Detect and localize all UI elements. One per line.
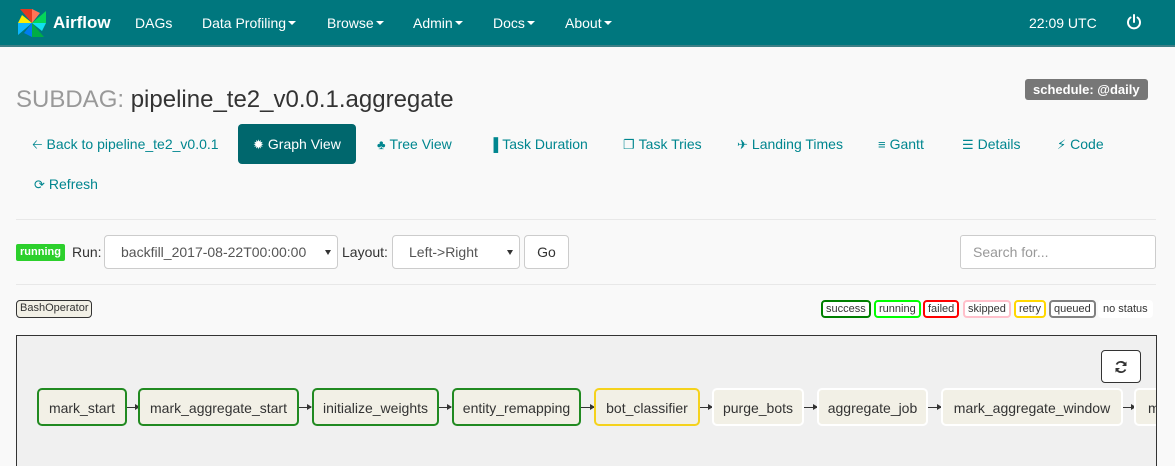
list-icon: ☰ (962, 137, 974, 152)
nav-dags-label: DAGs (135, 15, 173, 31)
tab-task-tries[interactable]: ❐ Task Tries (623, 124, 702, 164)
caret-down-icon (603, 21, 612, 26)
run-label: Run: (72, 244, 102, 260)
legend-retry[interactable]: retry (1014, 300, 1046, 318)
page-title: SUBDAG: pipeline_te2_v0.0.1.aggregate (16, 86, 454, 114)
caret-down-icon (526, 21, 535, 26)
task-node[interactable]: initialize_weights (312, 388, 439, 426)
top-navbar: Airflow DAGs Data Profiling Browse Admin… (0, 0, 1175, 47)
tab-landing-times[interactable]: ✈ Landing Times (737, 124, 843, 164)
task-node[interactable]: bot_classifier (594, 388, 700, 426)
layout-select[interactable]: Left->Right (392, 235, 520, 269)
tab-graph-view[interactable]: ✹ Graph View (238, 124, 356, 164)
power-icon[interactable] (1125, 13, 1143, 31)
tab-gantt[interactable]: ≡ Gantt (878, 124, 924, 164)
tab-label: Back to pipeline_te2_v0.0.1 (46, 136, 219, 152)
legend-success[interactable]: success (821, 300, 871, 318)
nav-docs-label: Docs (493, 15, 525, 31)
graph-edge (299, 404, 312, 410)
tab-tree-view[interactable]: ♣ Tree View (377, 124, 452, 164)
tab-label: Details (977, 136, 1021, 152)
tab-label: Code (1070, 136, 1104, 152)
search-input[interactable] (960, 235, 1156, 269)
caret-down-icon (375, 21, 384, 26)
divider (16, 219, 1156, 220)
tab-label: Refresh (48, 176, 98, 192)
tab-label: Gantt (889, 136, 924, 152)
legend-skipped[interactable]: skipped (963, 300, 1011, 318)
nav-docs[interactable]: Docs (493, 0, 535, 47)
graph-refresh-button[interactable] (1101, 350, 1141, 383)
caret-down-icon (454, 21, 463, 26)
layout-label: Layout: (342, 244, 388, 260)
tree-icon: ♣ (377, 137, 386, 152)
dropdown-arrow-icon (507, 250, 513, 255)
schedule-badge: schedule: @daily (1025, 79, 1148, 100)
task-node[interactable]: mark_aggregate_window (941, 388, 1123, 426)
graph-edge (700, 404, 713, 410)
brand[interactable]: Airflow (16, 6, 111, 40)
files-icon: ❐ (623, 137, 635, 152)
nav-dags[interactable]: DAGs (135, 0, 172, 47)
run-select[interactable]: backfill_2017-08-22T00:00:00 (104, 235, 338, 269)
nav-data-profiling-label: Data Profiling (202, 15, 287, 31)
tab-label: Graph View (267, 136, 341, 152)
nav-browse-label: Browse (327, 15, 374, 31)
legend-queued[interactable]: queued (1049, 300, 1096, 318)
graph-edge (439, 404, 452, 410)
refresh-icon: ⟳ (34, 177, 45, 192)
nav-about[interactable]: About (565, 0, 612, 47)
brand-name: Airflow (53, 13, 111, 32)
tab-label: Task Tries (638, 136, 702, 152)
legend-failed[interactable]: failed (923, 300, 960, 318)
nav-browse[interactable]: Browse (327, 0, 384, 47)
dag-graph-canvas[interactable]: mark_start mark_aggregate_start initiali… (16, 335, 1157, 466)
task-node[interactable]: aggregate_job (817, 388, 928, 426)
layout-select-value: Left->Right (409, 244, 478, 260)
airflow-logo-icon (18, 9, 46, 37)
dag-id: pipeline_te2_v0.0.1.aggregate (130, 86, 454, 113)
caret-down-icon (288, 21, 297, 26)
subdag-prefix: SUBDAG: (16, 86, 125, 113)
utc-clock: 22:09 UTC (1029, 15, 1097, 31)
task-node[interactable]: mark_aggregate_start (138, 388, 299, 426)
legend-running[interactable]: running (874, 300, 921, 318)
tab-label: Landing Times (751, 136, 843, 152)
task-node[interactable]: mark_start (37, 388, 127, 426)
nav-admin-label: Admin (413, 15, 453, 31)
operator-legend-bashoperator: BashOperator (16, 300, 93, 318)
tab-task-duration[interactable]: ▐ Task Duration (489, 124, 588, 164)
tab-back-to-parent[interactable]: 🡠 Back to pipeline_te2_v0.0.1 (32, 124, 219, 164)
graph-edge (804, 404, 818, 410)
align-left-icon: ≡ (878, 137, 886, 152)
tab-details[interactable]: ☰ Details (962, 124, 1020, 164)
dropdown-arrow-icon (325, 250, 331, 255)
arrow-left-icon: 🡠 (32, 137, 43, 152)
legend-no-status[interactable]: no status (1098, 300, 1153, 318)
refresh-icon (1115, 361, 1127, 373)
dag-run-state-badge: running (16, 244, 65, 261)
nav-admin[interactable]: Admin (413, 0, 463, 47)
task-node[interactable]: entity_remapping (452, 388, 581, 426)
certificate-icon: ✹ (253, 137, 264, 152)
bar-chart-icon: ▐ (489, 137, 499, 152)
tab-label: Task Duration (502, 136, 588, 152)
tab-refresh[interactable]: ⟳ Refresh (34, 164, 98, 204)
tab-label: Tree View (389, 136, 452, 152)
flash-icon: ⚡︎ (1057, 137, 1067, 152)
nav-about-label: About (565, 15, 602, 31)
tab-code[interactable]: ⚡︎ Code (1057, 124, 1104, 164)
run-select-value: backfill_2017-08-22T00:00:00 (121, 244, 307, 260)
go-button[interactable]: Go (524, 235, 569, 269)
graph-edge (581, 404, 595, 410)
nav-data-profiling[interactable]: Data Profiling (202, 0, 297, 47)
divider (16, 284, 1156, 285)
graph-edge (928, 404, 942, 410)
plane-icon: ✈ (737, 137, 748, 152)
task-node[interactable]: m (1134, 388, 1156, 426)
task-node[interactable]: purge_bots (712, 388, 804, 426)
